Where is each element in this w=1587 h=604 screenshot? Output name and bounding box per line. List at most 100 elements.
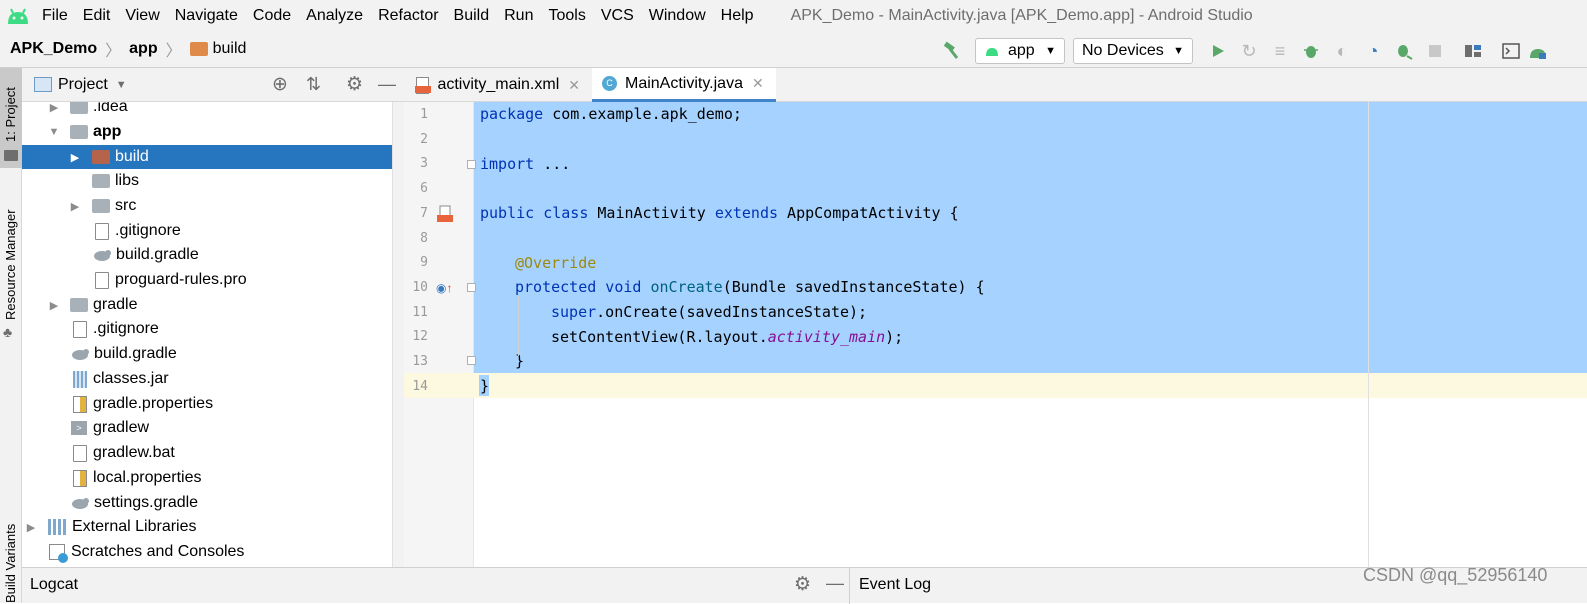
menu-build[interactable]: Build: [454, 7, 490, 25]
android-studio-logo-icon: [8, 8, 28, 24]
tree-item-local-properties[interactable]: local.properties: [22, 466, 392, 490]
menu-file[interactable]: File: [42, 7, 68, 25]
tree-item-build[interactable]: ▶ build: [22, 145, 392, 169]
tree-item-libs[interactable]: libs: [22, 169, 392, 193]
apply-code-changes-icon[interactable]: ≡: [1269, 40, 1291, 62]
fold-toggle-icon[interactable]: [467, 160, 476, 169]
menu-code[interactable]: Code: [253, 7, 291, 25]
tree-item-gradle-properties[interactable]: gradle.properties: [22, 392, 392, 416]
locate-target-icon[interactable]: ⊕: [272, 73, 288, 96]
chevron-down-icon[interactable]: ▼: [48, 126, 60, 138]
chevron-right-icon[interactable]: ▶: [48, 299, 60, 312]
tree-item-label: gradle: [93, 296, 138, 313]
menu-analyze[interactable]: Analyze: [306, 7, 363, 25]
tree-item-gitignore[interactable]: .gitignore: [22, 219, 392, 243]
tree-item-proguard[interactable]: proguard-rules.pro: [22, 268, 392, 292]
menu-edit[interactable]: Edit: [83, 7, 111, 25]
tree-item-settings-gradle[interactable]: settings.gradle: [22, 491, 392, 515]
gear-icon[interactable]: ⚙: [794, 573, 811, 596]
tree-item-classes-jar[interactable]: classes.jar: [22, 367, 392, 391]
tree-item-gradlew-bat[interactable]: gradlew.bat: [22, 441, 392, 465]
code-line-12: setContentView(R.layout.activity_main);: [551, 328, 903, 346]
tree-item-build-gradle[interactable]: build.gradle: [22, 243, 392, 267]
override-method-gutter-icon[interactable]: ◉↑: [436, 281, 452, 295]
code-line-13: }: [515, 352, 524, 370]
event-log-tool-label[interactable]: Event Log: [859, 576, 931, 594]
gradle-elephant-icon: [72, 349, 89, 360]
device-dropdown[interactable]: No Devices ▼: [1073, 38, 1193, 64]
editor-tab-bar: activity_main.xml ✕ C MainActivity.java …: [404, 68, 1587, 102]
attach-debugger-icon[interactable]: [1393, 40, 1415, 62]
code-line-3: import ...: [480, 155, 570, 173]
chevron-right-icon[interactable]: ▶: [48, 102, 60, 114]
chevron-down-icon[interactable]: ▼: [116, 79, 127, 91]
resource-manager-tool-label[interactable]: Resource Manager: [3, 209, 18, 320]
apply-changes-restart-icon[interactable]: ↻: [1238, 40, 1260, 62]
project-structure-icon[interactable]: [1462, 40, 1484, 62]
tree-item-root-gitignore[interactable]: .gitignore: [22, 317, 392, 341]
make-project-hammer-icon[interactable]: [940, 40, 962, 62]
project-tree-scrollbar[interactable]: [392, 102, 404, 567]
menu-navigate[interactable]: Navigate: [175, 7, 238, 25]
logcat-tool-label[interactable]: Logcat: [30, 576, 78, 594]
tree-item-label: .idea: [93, 102, 128, 115]
project-panel-title[interactable]: Project: [58, 76, 108, 94]
tree-item-app[interactable]: ▼ app: [22, 120, 392, 144]
tree-item-external-libraries[interactable]: ▶ External Libraries: [22, 515, 392, 539]
chevron-right-icon[interactable]: ▶: [69, 200, 81, 213]
gear-icon[interactable]: ⚙: [346, 73, 363, 96]
collapse-all-icon[interactable]: ⇅: [306, 74, 321, 95]
terminal-icon[interactable]: [1500, 40, 1522, 62]
menu-refactor[interactable]: Refactor: [378, 7, 438, 25]
minimize-icon[interactable]: —: [378, 74, 396, 95]
tab-main-activity-java[interactable]: C MainActivity.java ✕: [592, 68, 776, 102]
gradle-elephant-icon: [94, 250, 111, 261]
code-text[interactable]: ...: [534, 155, 570, 173]
tree-item-root-build-gradle[interactable]: build.gradle: [22, 342, 392, 366]
code-text: }: [480, 377, 490, 395]
menu-window[interactable]: Window: [649, 7, 706, 25]
chevron-right-icon[interactable]: ▶: [25, 521, 37, 534]
breadcrumb-module[interactable]: app: [129, 40, 157, 58]
fold-toggle-icon[interactable]: [467, 283, 476, 292]
tree-item-src[interactable]: ▶ src: [22, 194, 392, 218]
tree-item-scratches[interactable]: Scratches and Consoles: [22, 540, 392, 564]
debug-icon[interactable]: [1300, 40, 1322, 62]
tree-item-idea[interactable]: ▶ .idea: [22, 102, 392, 119]
tree-item-gradle[interactable]: ▶ gradle: [22, 293, 392, 317]
tree-item-gradlew[interactable]: > gradlew: [22, 416, 392, 440]
stop-icon[interactable]: [1424, 40, 1446, 62]
code-line-14: }: [480, 377, 489, 395]
line-number: 14: [412, 379, 428, 394]
profile-icon[interactable]: ◐: [1331, 40, 1353, 62]
menu-vcs[interactable]: VCS: [601, 7, 634, 25]
tab-activity-main-xml[interactable]: activity_main.xml ✕: [406, 68, 590, 102]
code-text: (Bundle savedInstanceState) {: [722, 278, 985, 296]
fold-toggle-icon[interactable]: [467, 356, 476, 365]
breadcrumb-folder[interactable]: build: [213, 40, 247, 58]
gradle-elephant-icon: [72, 498, 89, 509]
menu-help[interactable]: Help: [721, 7, 754, 25]
chevron-right-icon[interactable]: ▶: [69, 151, 81, 164]
tree-item-label: gradlew.bat: [93, 444, 175, 461]
ignored-file-icon: [95, 222, 109, 240]
minimize-icon[interactable]: —: [826, 573, 844, 594]
menu-run[interactable]: Run: [504, 7, 533, 25]
build-variants-tool-label[interactable]: Build Variants: [3, 524, 18, 603]
close-icon[interactable]: ✕: [752, 75, 764, 92]
close-icon[interactable]: ✕: [568, 77, 580, 94]
run-configuration-dropdown[interactable]: app ▼: [975, 38, 1065, 64]
profiler-gauge-icon[interactable]: ◔: [1362, 40, 1384, 62]
menu-view[interactable]: View: [125, 7, 159, 25]
tree-item-label: build: [115, 148, 149, 165]
line-number: 7: [420, 206, 428, 221]
chevron-down-icon: ▼: [1045, 45, 1056, 57]
script-file-icon: >: [71, 421, 87, 435]
project-tool-label[interactable]: 1: Project: [3, 87, 18, 142]
menu-tools[interactable]: Tools: [548, 7, 585, 25]
line-number: 13: [412, 354, 428, 369]
sdk-manager-icon[interactable]: [1527, 40, 1549, 62]
breadcrumb-project[interactable]: APK_Demo: [10, 40, 97, 58]
run-icon[interactable]: [1207, 40, 1229, 62]
layout-file-gutter-icon[interactable]: [436, 205, 454, 223]
